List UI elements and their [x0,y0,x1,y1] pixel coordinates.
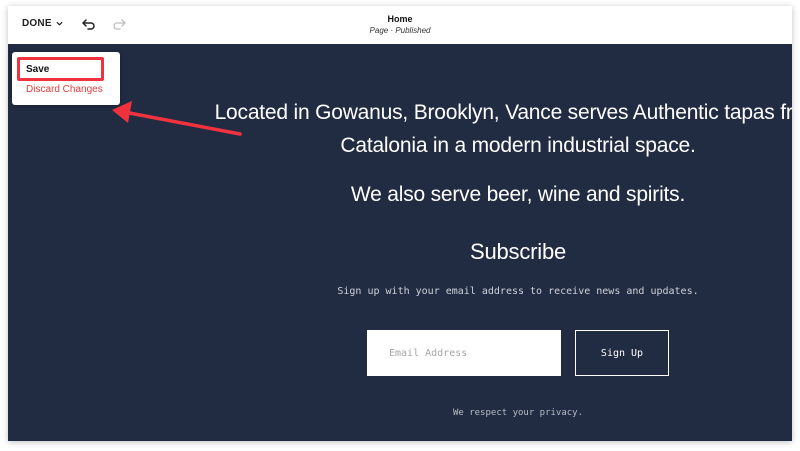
subscribe-description: Sign up with your email address to recei… [337,286,699,297]
page-info: Home Page · Published [8,14,792,36]
privacy-note: We respect your privacy. [452,408,584,418]
intro-text: Located in Gowanus, Brooklyn, Vance serv… [198,96,792,162]
done-dropdown-menu: Save Discard Changes [12,52,120,105]
drinks-text: We also serve beer, wine and spirits. [350,183,686,206]
subscribe-title: Subscribe [469,239,567,264]
editor-frame: DONE Home Page · Published Located in Go… [8,6,792,441]
intro-line-1b: Catalonia in a modern industrial space. [340,134,696,157]
save-highlight-box [17,57,104,81]
page-canvas: Located in Gowanus, Brooklyn, Vance serv… [8,44,792,441]
discard-changes-menu-item[interactable]: Discard Changes [26,84,103,95]
annotation-arrow-icon [112,101,242,136]
page-status: Page · Published [369,26,431,35]
intro-line-1: Located in Gowanus, Brooklyn, Vance serv… [214,101,792,124]
editor-toolbar: DONE Home Page · Published [8,6,792,45]
sign-up-button[interactable]: Sign Up [575,330,669,376]
email-field[interactable] [367,330,561,376]
page-title: Home [387,14,413,24]
